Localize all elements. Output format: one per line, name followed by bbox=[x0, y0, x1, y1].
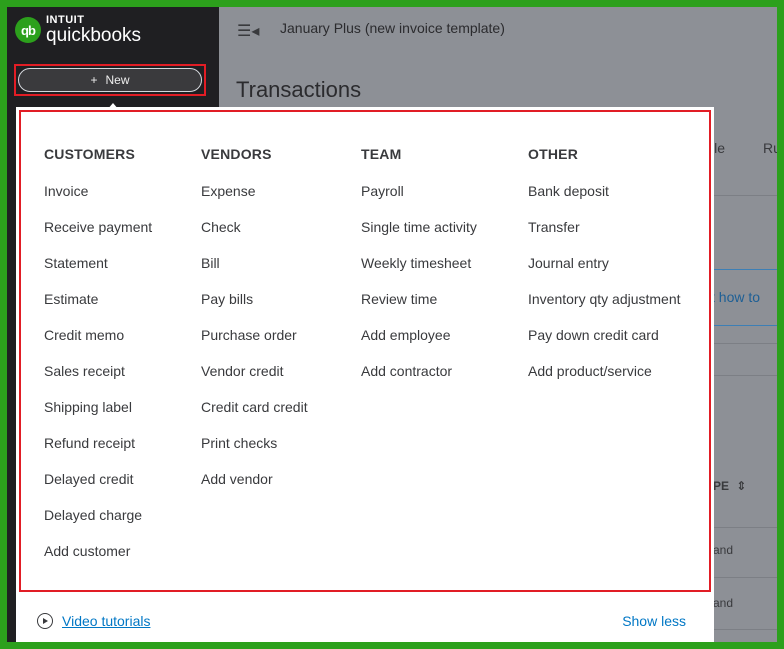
menu-item-print-checks[interactable]: Print checks bbox=[201, 435, 308, 471]
qb-logo-icon: qb bbox=[15, 17, 41, 43]
menu-item-credit-card-credit[interactable]: Credit card credit bbox=[201, 399, 308, 435]
menu-item-add-customer[interactable]: Add customer bbox=[44, 543, 152, 579]
menu-item-delayed-charge[interactable]: Delayed charge bbox=[44, 507, 152, 543]
app-frame: qb INTUIT quickbooks + New ☰◂ January Pl… bbox=[7, 7, 777, 642]
plus-icon: + bbox=[90, 73, 98, 87]
new-button[interactable]: + New bbox=[18, 68, 202, 92]
divider bbox=[711, 325, 777, 326]
column-heading: CUSTOMERS bbox=[44, 146, 135, 162]
logo-wordmark: INTUIT quickbooks bbox=[46, 15, 142, 46]
play-circle-icon[interactable] bbox=[37, 613, 53, 629]
menu-item-estimate[interactable]: Estimate bbox=[44, 291, 152, 327]
show-less-link[interactable]: Show less bbox=[622, 613, 686, 629]
menu-item-weekly-timesheet[interactable]: Weekly timesheet bbox=[361, 255, 477, 291]
divider bbox=[711, 343, 777, 344]
menu-item-review-time[interactable]: Review time bbox=[361, 291, 477, 327]
menu-column-other: OTHER Bank deposit Transfer Journal entr… bbox=[528, 146, 681, 399]
menu-item-receive-payment[interactable]: Receive payment bbox=[44, 219, 152, 255]
menu-item-add-employee[interactable]: Add employee bbox=[361, 327, 477, 363]
menu-item-vendor-credit[interactable]: Vendor credit bbox=[201, 363, 308, 399]
row-fragment-2: and bbox=[713, 596, 734, 610]
menu-column-vendors: VENDORS Expense Check Bill Pay bills Pur… bbox=[201, 146, 308, 507]
menu-item-sales-receipt[interactable]: Sales receipt bbox=[44, 363, 152, 399]
menu-item-add-vendor[interactable]: Add vendor bbox=[201, 471, 308, 507]
menu-item-add-product-service[interactable]: Add product/service bbox=[528, 363, 681, 399]
new-button-highlight: + New bbox=[14, 64, 206, 96]
column-heading: VENDORS bbox=[201, 146, 272, 162]
menu-item-journal-entry[interactable]: Journal entry bbox=[528, 255, 681, 291]
menu-item-invoice[interactable]: Invoice bbox=[44, 183, 152, 219]
menu-column-team: TEAM Payroll Single time activity Weekly… bbox=[361, 146, 477, 399]
divider bbox=[711, 629, 777, 630]
column-heading: TEAM bbox=[361, 146, 402, 162]
row-fragment-1: and bbox=[713, 543, 734, 557]
how-to-link-fragment[interactable]: t how to bbox=[711, 289, 760, 305]
menu-item-credit-memo[interactable]: Credit memo bbox=[44, 327, 152, 363]
menu-item-add-contractor[interactable]: Add contractor bbox=[361, 363, 477, 399]
type-column-header-fragment[interactable]: PE ⇕ bbox=[713, 479, 746, 493]
divider bbox=[711, 527, 777, 528]
new-button-label: New bbox=[105, 73, 130, 87]
menu-item-refund-receipt[interactable]: Refund receipt bbox=[44, 435, 152, 471]
menu-column-customers: CUSTOMERS Invoice Receive payment Statem… bbox=[44, 146, 152, 579]
page-title: Transactions bbox=[236, 77, 362, 102]
column-heading: OTHER bbox=[528, 146, 578, 162]
menu-item-pay-bills[interactable]: Pay bills bbox=[201, 291, 308, 327]
menu-item-expense[interactable]: Expense bbox=[201, 183, 308, 219]
tab-fragment-2[interactable]: Ru bbox=[763, 140, 777, 156]
menu-item-bank-deposit[interactable]: Bank deposit bbox=[528, 183, 681, 219]
logo-product: quickbooks bbox=[46, 25, 142, 46]
divider bbox=[711, 577, 777, 578]
hamburger-collapse-icon[interactable]: ☰◂ bbox=[237, 21, 259, 41]
menu-footer: Video tutorials Show less bbox=[16, 605, 714, 640]
sort-icon: ⇕ bbox=[736, 479, 747, 493]
divider bbox=[711, 269, 777, 270]
menu-item-bill[interactable]: Bill bbox=[201, 255, 308, 291]
menu-item-transfer[interactable]: Transfer bbox=[528, 219, 681, 255]
video-tutorials-link[interactable]: Video tutorials bbox=[62, 613, 150, 629]
menu-item-shipping-label[interactable]: Shipping label bbox=[44, 399, 152, 435]
quickbooks-logo[interactable]: qb INTUIT quickbooks bbox=[15, 15, 141, 45]
menu-item-check[interactable]: Check bbox=[201, 219, 308, 255]
new-menu-dropdown: CUSTOMERS Invoice Receive payment Statem… bbox=[16, 107, 714, 642]
menu-item-statement[interactable]: Statement bbox=[44, 255, 152, 291]
menu-item-purchase-order[interactable]: Purchase order bbox=[201, 327, 308, 363]
divider bbox=[711, 375, 777, 376]
menu-item-pay-down-credit-card[interactable]: Pay down credit card bbox=[528, 327, 681, 363]
company-name: January Plus (new invoice template) bbox=[280, 20, 505, 36]
menu-item-inventory-qty-adjustment[interactable]: Inventory qty adjustment bbox=[528, 291, 681, 327]
menu-item-payroll[interactable]: Payroll bbox=[361, 183, 477, 219]
type-column-label: PE bbox=[713, 479, 730, 493]
menu-item-delayed-credit[interactable]: Delayed credit bbox=[44, 471, 152, 507]
menu-item-single-time-activity[interactable]: Single time activity bbox=[361, 219, 477, 255]
divider bbox=[711, 195, 777, 196]
